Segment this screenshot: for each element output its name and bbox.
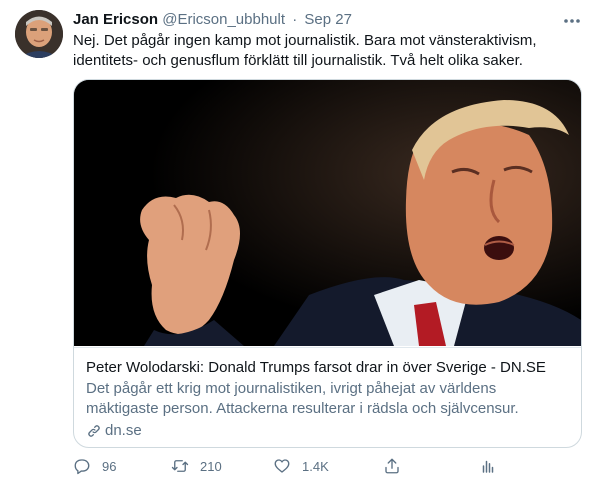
avatar-image (15, 10, 63, 58)
card-title[interactable]: Peter Wolodarski: Donald Trumps farsot d… (86, 358, 569, 378)
avatar[interactable] (15, 10, 63, 58)
card-domain-text: dn.se (105, 422, 142, 439)
more-horizontal-icon[interactable] (562, 14, 582, 28)
share-button[interactable] (383, 455, 401, 477)
header-separator: · (292, 11, 298, 28)
author-name[interactable]: Jan Ericson (73, 11, 158, 28)
tweet-text: Nej. Det pågår ingen kamp mot journalist… (73, 32, 537, 69)
card-body: Peter Wolodarski: Donald Trumps farsot d… (74, 347, 581, 447)
retweet-count: 210 (200, 458, 222, 474)
tweet-date[interactable]: Sep 27 (304, 11, 352, 28)
like-button[interactable]: 1.4K (273, 455, 329, 477)
retweet-button[interactable]: 210 (171, 455, 222, 477)
link-card[interactable]: Peter Wolodarski: Donald Trumps farsot d… (73, 79, 582, 448)
card-image (74, 80, 581, 346)
like-count: 1.4K (302, 458, 329, 474)
analytics-button[interactable] (479, 455, 497, 477)
tweet[interactable]: Jan Ericson @Ericson_ubbhult · Sep 27 Ne… (0, 0, 591, 486)
tweet-header: Jan Ericson @Ericson_ubbhult · Sep 27 (73, 11, 352, 29)
reply-count: 96 (102, 458, 117, 474)
card-description: Det pågår ett krig mot journalistiken, i… (86, 380, 519, 417)
heart-icon (274, 459, 290, 473)
share-icon (385, 458, 399, 474)
retweet-icon (171, 460, 189, 472)
author-handle[interactable]: @Ericson_ubbhult (162, 11, 285, 28)
reply-icon (74, 459, 90, 475)
analytics-icon (482, 460, 494, 473)
reply-button[interactable]: 96 (73, 455, 116, 477)
tweet-actions: 96 210 1.4K (73, 455, 543, 477)
link-icon (88, 425, 100, 437)
card-domain: dn.se (86, 421, 569, 441)
